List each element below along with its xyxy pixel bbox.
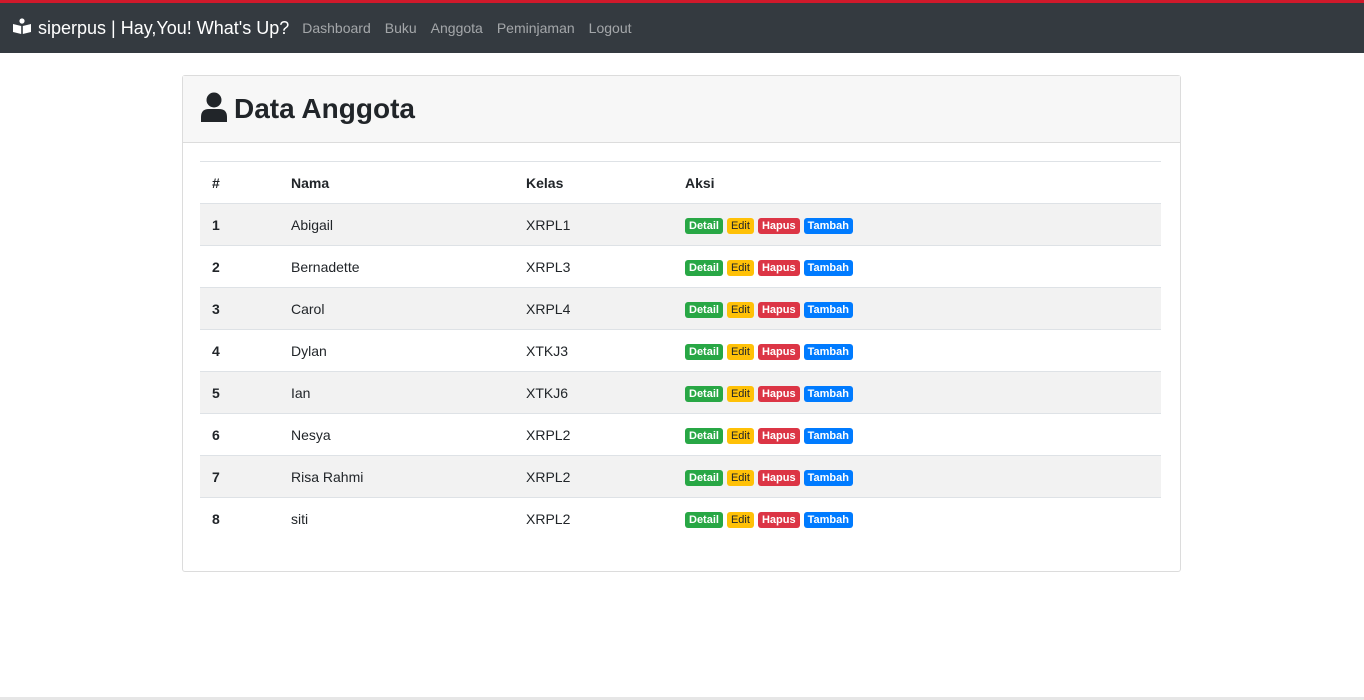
edit-button[interactable]: Edit [726, 217, 754, 234]
row-kelas: XRPL4 [526, 300, 571, 317]
tambah-button[interactable]: Tambah [803, 259, 853, 276]
detail-button[interactable]: Detail [685, 259, 723, 276]
row-actions: Detail Edit Hapus Tambah [673, 372, 1161, 414]
table-row: 3 Carol XRPL4 Detail Edit Hapus Tambah [200, 287, 1161, 330]
table-row: 7 Risa Rahmi XRPL2 Detail Edit Hapus Tambah [200, 455, 1161, 498]
tambah-button[interactable]: Tambah [803, 217, 853, 234]
row-nama: Nesya [291, 426, 331, 443]
hapus-button[interactable]: Hapus [757, 259, 800, 276]
header-number: # [200, 161, 279, 204]
edit-button[interactable]: Edit [726, 427, 754, 444]
row-kelas: XRPL2 [526, 510, 571, 527]
row-actions: Detail Edit Hapus Tambah [673, 330, 1161, 372]
edit-button[interactable]: Edit [726, 385, 754, 402]
row-number: 1 [212, 216, 220, 233]
row-kelas: XRPL3 [526, 258, 571, 275]
row-number: 6 [212, 426, 220, 443]
row-nama: Dylan [291, 342, 327, 359]
row-actions: Detail Edit Hapus Tambah [673, 204, 1161, 246]
row-actions: Detail Edit Hapus Tambah [673, 246, 1161, 288]
row-nama: Risa Rahmi [291, 468, 364, 485]
detail-button[interactable]: Detail [685, 301, 723, 318]
hapus-button[interactable]: Hapus [757, 469, 800, 486]
row-number: 3 [212, 300, 220, 317]
row-actions: Detail Edit Hapus Tambah [673, 456, 1161, 498]
row-nama: siti [291, 510, 309, 527]
table-row: 6 Nesya XRPL2 Detail Edit Hapus Tambah [200, 413, 1161, 456]
edit-button[interactable]: Edit [726, 469, 754, 486]
data-anggota-card: Data Anggota # Nama Kelas Aksi 1 Abigail… [182, 75, 1181, 572]
row-number: 7 [212, 468, 220, 485]
nav-link-logout[interactable]: Logout [589, 20, 632, 36]
detail-button[interactable]: Detail [685, 511, 723, 528]
table-row: 2 Bernadette XRPL3 Detail Edit Hapus Tambah [200, 245, 1161, 288]
row-number: 5 [212, 384, 220, 401]
row-kelas: XTKJ6 [526, 384, 569, 401]
nav-link-dashboard[interactable]: Dashboard [302, 20, 371, 36]
header-nama: Nama [279, 161, 514, 204]
row-actions: Detail Edit Hapus Tambah [673, 288, 1161, 330]
hapus-button[interactable]: Hapus [757, 385, 800, 402]
tambah-button[interactable]: Tambah [803, 343, 853, 360]
detail-button[interactable]: Detail [685, 343, 723, 360]
anggota-table: # Nama Kelas Aksi 1 Abigail XRPL1 Detail… [200, 161, 1161, 540]
hapus-button[interactable]: Hapus [757, 427, 800, 444]
row-number: 4 [212, 342, 220, 359]
tambah-button[interactable]: Tambah [803, 511, 853, 528]
hapus-button[interactable]: Hapus [757, 511, 800, 528]
row-nama: Bernadette [291, 258, 360, 275]
brand-label: siperpus | Hay,You! What's Up? [38, 17, 290, 38]
nav-link-anggota[interactable]: Anggota [431, 20, 483, 36]
detail-button[interactable]: Detail [685, 385, 723, 402]
edit-button[interactable]: Edit [726, 301, 754, 318]
detail-button[interactable]: Detail [685, 427, 723, 444]
hapus-button[interactable]: Hapus [757, 301, 800, 318]
row-nama: Carol [291, 300, 325, 317]
table-row: 4 Dylan XTKJ3 Detail Edit Hapus Tambah [200, 329, 1161, 372]
header-kelas: Kelas [514, 161, 673, 204]
nav-link-buku[interactable]: Buku [385, 20, 417, 36]
row-actions: Detail Edit Hapus Tambah [673, 498, 1161, 540]
row-nama: Ian [291, 384, 311, 401]
detail-button[interactable]: Detail [685, 469, 723, 486]
navbar: siperpus | Hay,You! What's Up? Dashboard… [0, 3, 1364, 53]
detail-button[interactable]: Detail [685, 217, 723, 234]
book-open-icon [12, 17, 38, 39]
user-icon [201, 92, 227, 127]
nav-link-peminjaman[interactable]: Peminjaman [497, 20, 575, 36]
table-body: 1 Abigail XRPL1 Detail Edit Hapus Tambah 2 … [200, 203, 1161, 540]
row-nama: Abigail [291, 216, 334, 233]
tambah-button[interactable]: Tambah [803, 301, 853, 318]
row-kelas: XRPL1 [526, 216, 571, 233]
hapus-button[interactable]: Hapus [757, 343, 800, 360]
table-row: 8 siti XRPL2 Detail Edit Hapus Tambah [200, 497, 1161, 540]
brand[interactable]: siperpus | Hay,You! What's Up? [12, 18, 289, 39]
edit-button[interactable]: Edit [726, 511, 754, 528]
row-kelas: XTKJ3 [526, 342, 569, 359]
row-kelas: XRPL2 [526, 468, 571, 485]
edit-button[interactable]: Edit [726, 343, 754, 360]
edit-button[interactable]: Edit [726, 259, 754, 276]
row-kelas: XRPL2 [526, 426, 571, 443]
table-header-row: # Nama Kelas Aksi [200, 161, 1161, 204]
card-header: Data Anggota [183, 76, 1180, 143]
hapus-button[interactable]: Hapus [757, 217, 800, 234]
tambah-button[interactable]: Tambah [803, 469, 853, 486]
header-aksi: Aksi [673, 161, 1161, 204]
table-row: 5 Ian XTKJ6 Detail Edit Hapus Tambah [200, 371, 1161, 414]
page-title: Data Anggota [234, 93, 415, 124]
nav-links: Dashboard Buku Anggota Peminjaman Logout [302, 20, 645, 36]
table-row: 1 Abigail XRPL1 Detail Edit Hapus Tambah [200, 203, 1161, 246]
row-actions: Detail Edit Hapus Tambah [673, 414, 1161, 456]
tambah-button[interactable]: Tambah [803, 427, 853, 444]
row-number: 8 [212, 510, 220, 527]
row-number: 2 [212, 258, 220, 275]
tambah-button[interactable]: Tambah [803, 385, 853, 402]
